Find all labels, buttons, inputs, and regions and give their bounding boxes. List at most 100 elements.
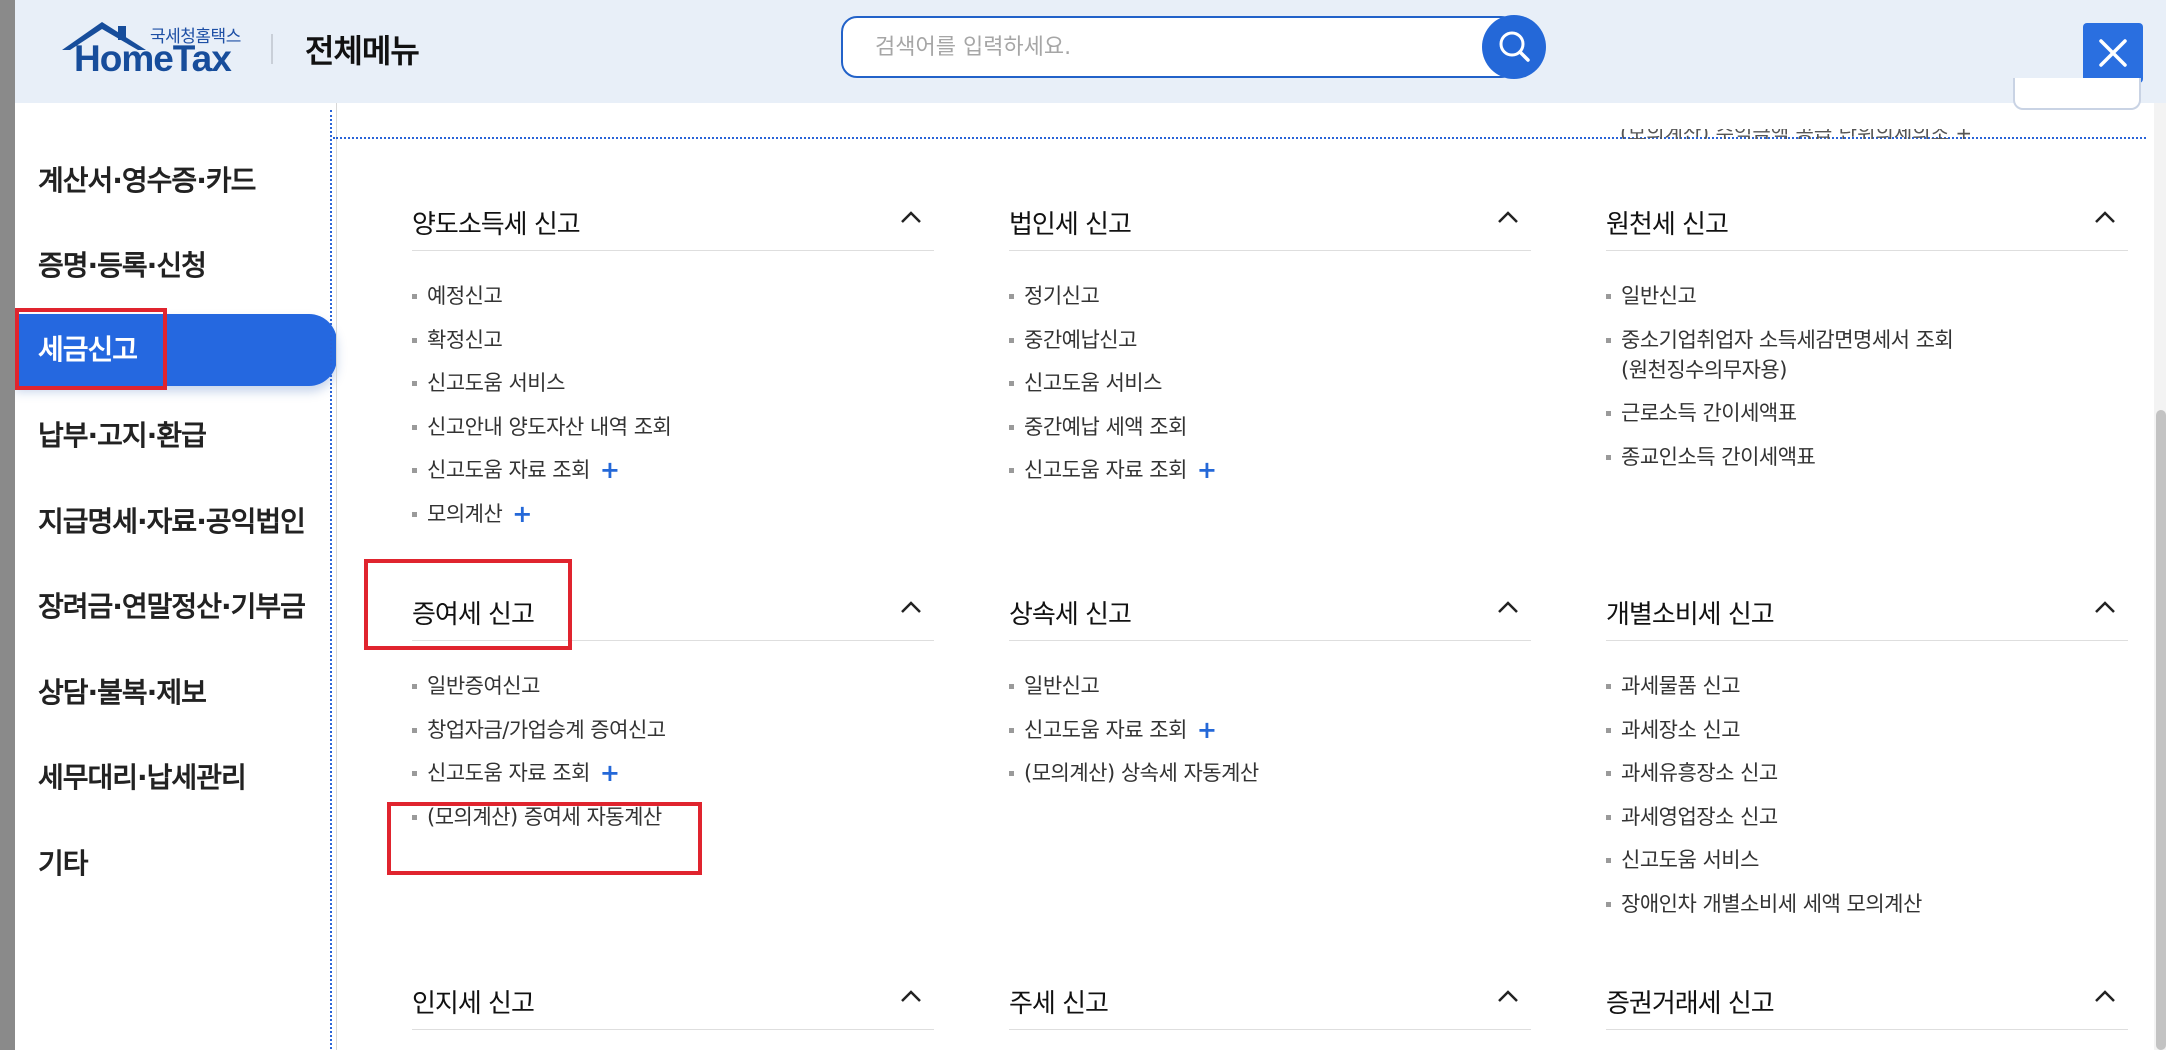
menu-link-label: 모의계산: [427, 501, 503, 526]
menu-link[interactable]: 신고도움 서비스: [1009, 368, 1531, 398]
header-divider: [271, 34, 273, 64]
clipped-menu-item[interactable]: (모의계산) 수익금액 공급 단위의세의조 +: [1620, 129, 1972, 139]
bullet: [1606, 771, 1611, 776]
menu-link[interactable]: 신고도움 서비스: [412, 368, 934, 398]
menu-link-label: 과세장소 신고: [1621, 717, 1741, 742]
sidebar-item-certificate[interactable]: 증명·등록·신청: [15, 230, 335, 302]
menu-link[interactable]: 정기신고: [1009, 281, 1531, 311]
menu-link[interactable]: 장애인차 개별소비세 세액 모의계산: [1606, 889, 2128, 919]
search-box: [841, 16, 1517, 78]
menu-link-label: 신고도움 서비스: [1621, 848, 1759, 872]
expand-plus-icon[interactable]: +: [600, 455, 620, 485]
menu-link[interactable]: 중소기업취업자 소득세감면명세서 조회 (원천징수의무자용): [1606, 325, 2128, 385]
bullet: [412, 424, 417, 430]
section-header[interactable]: 원천세 신고: [1606, 190, 2128, 251]
bullet: [412, 511, 417, 517]
chevron-up-icon: [901, 990, 921, 1002]
top-tab-button[interactable]: [2013, 78, 2141, 110]
menu-link[interactable]: 일반신고: [1009, 671, 1531, 701]
section-title: 인지세 신고: [412, 989, 535, 1019]
menu-link[interactable]: 신고안내 양도자산 내역 조회: [412, 412, 934, 442]
menu-link-label: 중간예납 세액 조회: [1024, 414, 1187, 439]
bullet: [1009, 771, 1014, 776]
menu-link[interactable]: 모의계산 +: [412, 499, 934, 529]
menu-link[interactable]: 신고도움 자료 조회 +: [1009, 715, 1531, 745]
section-header[interactable]: 증권거래세 신고: [1606, 969, 2128, 1030]
section-header[interactable]: 인지세 신고: [412, 969, 934, 1030]
section-header[interactable]: 상속세 신고: [1009, 580, 1531, 641]
sidebar-item-agent[interactable]: 세무대리·납세관리: [15, 742, 335, 814]
section-header[interactable]: 주세 신고: [1009, 969, 1531, 1030]
menu-link-label: 신고도움 서비스: [427, 371, 565, 395]
menu-link[interactable]: 예정신고: [412, 281, 934, 311]
chevron-up-icon: [901, 601, 921, 613]
chevron-up-icon: [901, 211, 921, 223]
menu-link[interactable]: 과세유흥장소 신고: [1606, 758, 2128, 788]
menu-link[interactable]: 중간예납 세액 조회: [1009, 412, 1531, 442]
menu-link[interactable]: 신고도움 서비스: [1606, 845, 2128, 875]
menu-link[interactable]: 근로소득 간이세액표: [1606, 398, 2128, 428]
search-input[interactable]: [873, 18, 1477, 76]
menu-link-label: 정기신고: [1024, 284, 1100, 308]
section-inheritance-tax: 상속세 신고 일반신고 신고도움 자료 조회 + (모의계산) 상속세 자동계산: [1009, 580, 1531, 802]
menu-link[interactable]: 신고도움 자료 조회 +: [1009, 455, 1531, 485]
section-securities-tax: 증권거래세 신고: [1606, 969, 2128, 1030]
section-capital-gains: 양도소득세 신고 예정신고 확정신고 신고도움 서비스 신고안내 양도자산 내역…: [412, 190, 934, 542]
menu-link-label: 종교인소득 간이세액표: [1621, 444, 1816, 469]
expand-plus-icon[interactable]: +: [1197, 715, 1217, 745]
menu-link[interactable]: 중간예납신고: [1009, 325, 1531, 355]
bullet: [1606, 684, 1611, 689]
menu-link-label: 창업자금/가업승계 증여신고: [427, 717, 666, 742]
menu-link[interactable]: 확정신고: [412, 325, 934, 355]
section-excise-tax: 개별소비세 신고 과세물품 신고 과세장소 신고 과세유흥장소 신고 과세영업장…: [1606, 580, 2128, 932]
menu-link-label: 신고안내 양도자산 내역 조회: [427, 414, 672, 439]
menu-link-label: 장애인차 개별소비세 세액 모의계산: [1621, 891, 1922, 916]
menu-link[interactable]: 일반신고: [1606, 281, 2128, 311]
menu-link-label: 신고도움 서비스: [1024, 371, 1162, 395]
expand-plus-icon[interactable]: +: [600, 758, 620, 788]
menu-link[interactable]: (모의계산) 상속세 자동계산: [1009, 758, 1531, 788]
bullet: [412, 727, 417, 733]
search-button[interactable]: [1482, 15, 1546, 79]
bullet: [1606, 858, 1611, 863]
close-icon: [2099, 39, 2127, 67]
bullet: [412, 381, 417, 386]
highlight-box-gift-tax-calculator: [387, 802, 702, 875]
menu-link[interactable]: 창업자금/가업승계 증여신고: [412, 715, 934, 745]
bullet: [1606, 337, 1611, 343]
section-header[interactable]: 법인세 신고: [1009, 190, 1531, 251]
menu-link[interactable]: 종교인소득 간이세액표: [1606, 442, 2128, 472]
sidebar-item-statement[interactable]: 지급명세·자료·공익법인: [15, 486, 335, 558]
sidebar-item-payment[interactable]: 납부·고지·환급: [15, 400, 335, 472]
expand-plus-icon[interactable]: +: [1197, 455, 1217, 485]
section-header[interactable]: 개별소비세 신고: [1606, 580, 2128, 641]
sidebar-item-incentive[interactable]: 장려금·연말정산·기부금: [15, 571, 335, 643]
menu-link[interactable]: 과세장소 신고: [1606, 715, 2128, 745]
menu-link-label: 중소기업취업자 소득세감면명세서 조회: [1621, 327, 1954, 352]
hometax-logo[interactable]: 국세청홈택스 HomeTax: [60, 20, 260, 82]
bullet: [1009, 468, 1014, 473]
menu-link[interactable]: 신고도움 자료 조회 +: [412, 758, 934, 788]
menu-link-label: 신고도움 자료 조회: [1024, 458, 1187, 482]
menu-link[interactable]: 일반증여신고: [412, 671, 934, 701]
full-menu-panel: 국세청홈택스 HomeTax 전체메뉴 계산서·영수증·카드 증명·등록·신청 …: [15, 0, 2166, 1050]
menu-link[interactable]: 과세물품 신고: [1606, 671, 2128, 701]
menu-link[interactable]: 과세영업장소 신고: [1606, 802, 2128, 832]
scrollbar-thumb[interactable]: [2156, 410, 2166, 1050]
highlight-box-gift-tax-title: [364, 559, 572, 650]
bullet: [1606, 411, 1611, 416]
sidebar-item-etc[interactable]: 기타: [15, 828, 335, 900]
bullet: [1009, 337, 1014, 343]
menu-link[interactable]: 신고도움 자료 조회 +: [412, 455, 934, 485]
menu-link-label: 중간예납신고: [1024, 327, 1137, 352]
menu-link-label: 과세유흥장소 신고: [1621, 761, 1778, 785]
menu-link-label: 신고도움 자료 조회: [427, 761, 590, 785]
expand-plus-icon[interactable]: +: [512, 499, 532, 529]
close-button[interactable]: [2083, 23, 2143, 83]
section-title: 상속세 신고: [1009, 600, 1132, 630]
sidebar-item-consult[interactable]: 상담·불복·제보: [15, 657, 335, 729]
sidebar-item-invoice[interactable]: 계산서·영수증·카드: [15, 145, 335, 217]
bullet: [1009, 424, 1014, 430]
section-header[interactable]: 양도소득세 신고: [412, 190, 934, 251]
bullet: [412, 294, 417, 299]
